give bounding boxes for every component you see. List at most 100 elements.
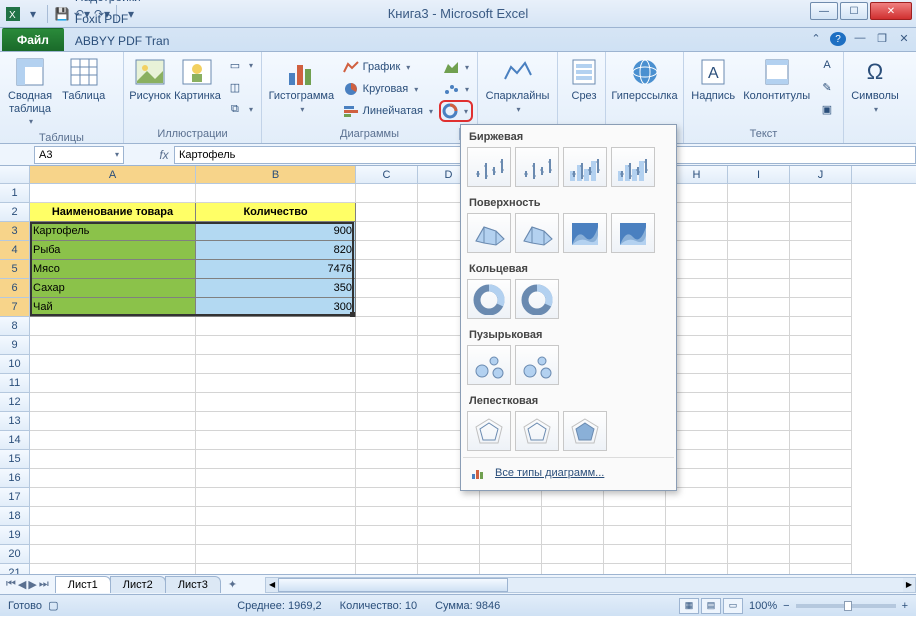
chart-type-Биржевая-2[interactable] (515, 147, 559, 187)
shapes-button[interactable]: ▭ (223, 54, 257, 76)
row-header-12[interactable]: 12 (0, 393, 30, 412)
row-header-14[interactable]: 14 (0, 431, 30, 450)
cell-I15[interactable] (728, 450, 790, 469)
doc-minimize-icon[interactable]: — (852, 32, 868, 46)
area-chart-button[interactable] (439, 56, 473, 78)
cell-B13[interactable] (196, 412, 356, 431)
cell-B19[interactable] (196, 526, 356, 545)
row-header-6[interactable]: 6 (0, 279, 30, 298)
cell-H21[interactable] (666, 564, 728, 574)
qat-dropdown-icon[interactable]: ▾ (24, 5, 42, 23)
cell-C20[interactable] (356, 545, 418, 564)
row-header-17[interactable]: 17 (0, 488, 30, 507)
cell-A14[interactable] (30, 431, 196, 450)
chart-type-Биржевая-4[interactable] (611, 147, 655, 187)
cell-A11[interactable] (30, 374, 196, 393)
cell-I8[interactable] (728, 317, 790, 336)
row-header-20[interactable]: 20 (0, 545, 30, 564)
cell-J7[interactable] (790, 298, 852, 317)
cell-G21[interactable] (604, 564, 666, 574)
cell-H20[interactable] (666, 545, 728, 564)
row-header-16[interactable]: 16 (0, 469, 30, 488)
object-button[interactable]: ▣ (815, 98, 839, 120)
cell-B17[interactable] (196, 488, 356, 507)
cell-G20[interactable] (604, 545, 666, 564)
cell-B4[interactable]: 820 (196, 241, 356, 260)
zoom-out-icon[interactable]: − (783, 600, 789, 612)
cell-C8[interactable] (356, 317, 418, 336)
textbox-button[interactable]: AНадпись (688, 54, 738, 105)
doc-restore-icon[interactable]: ❐ (874, 32, 890, 46)
bar-chart-button[interactable]: Линейчатая (339, 100, 437, 122)
cell-C18[interactable] (356, 507, 418, 526)
cell-C9[interactable] (356, 336, 418, 355)
cell-J10[interactable] (790, 355, 852, 374)
cell-B6[interactable]: 350 (196, 279, 356, 298)
cell-A20[interactable] (30, 545, 196, 564)
signature-button[interactable]: ✎ (815, 76, 839, 98)
cell-D20[interactable] (418, 545, 480, 564)
col-header-I[interactable]: I (728, 166, 790, 183)
cell-B16[interactable] (196, 469, 356, 488)
new-sheet-icon[interactable]: ✦ (220, 578, 245, 591)
ribbon-minimize-icon[interactable]: ⌃ (808, 32, 824, 46)
tab-foxit pdf[interactable]: Foxit PDF (64, 7, 180, 29)
cell-I18[interactable] (728, 507, 790, 526)
scroll-right-icon[interactable]: ▶ (903, 578, 915, 592)
cell-I16[interactable] (728, 469, 790, 488)
row-header-9[interactable]: 9 (0, 336, 30, 355)
cell-A21[interactable] (30, 564, 196, 574)
chart-type-Биржевая-1[interactable] (467, 147, 511, 187)
scatter-chart-button[interactable] (439, 78, 473, 100)
row-header-15[interactable]: 15 (0, 450, 30, 469)
table-button[interactable]: Таблица (58, 54, 109, 105)
tab-file[interactable]: Файл (2, 28, 64, 51)
cell-F18[interactable] (542, 507, 604, 526)
chart-type-Поверхность-3[interactable] (563, 213, 607, 253)
cell-F21[interactable] (542, 564, 604, 574)
sheet-next-icon[interactable]: ▶ (28, 578, 36, 591)
cell-F19[interactable] (542, 526, 604, 545)
sheet-tab-Лист2[interactable]: Лист2 (110, 576, 166, 593)
maximize-button[interactable]: ☐ (840, 2, 868, 20)
all-chart-types-button[interactable]: Все типы диаграмм... (463, 457, 674, 488)
name-box[interactable]: A3▾ (34, 146, 124, 164)
slicer-button[interactable]: Срез (562, 54, 606, 105)
cell-E21[interactable] (480, 564, 542, 574)
cell-D21[interactable] (418, 564, 480, 574)
view-normal-icon[interactable]: ▦ (679, 598, 699, 614)
row-header-10[interactable]: 10 (0, 355, 30, 374)
cell-C1[interactable] (356, 184, 418, 203)
cell-I20[interactable] (728, 545, 790, 564)
chart-type-Поверхность-1[interactable] (467, 213, 511, 253)
cell-E18[interactable] (480, 507, 542, 526)
cell-B21[interactable] (196, 564, 356, 574)
row-header-7[interactable]: 7 (0, 298, 30, 317)
select-all-corner[interactable] (0, 166, 30, 183)
chart-type-Пузырьковая-1[interactable] (467, 345, 511, 385)
cell-I17[interactable] (728, 488, 790, 507)
cell-B11[interactable] (196, 374, 356, 393)
cell-C12[interactable] (356, 393, 418, 412)
row-header-5[interactable]: 5 (0, 260, 30, 279)
cell-J18[interactable] (790, 507, 852, 526)
cell-A6[interactable]: Сахар (30, 279, 196, 298)
cell-J20[interactable] (790, 545, 852, 564)
pivot-table-button[interactable]: Сводная таблица (4, 54, 56, 130)
cell-I19[interactable] (728, 526, 790, 545)
cell-B18[interactable] (196, 507, 356, 526)
sheet-tab-Лист1[interactable]: Лист1 (55, 576, 111, 593)
cell-J4[interactable] (790, 241, 852, 260)
cell-B7[interactable]: 300 (196, 298, 356, 317)
cell-J13[interactable] (790, 412, 852, 431)
cell-J2[interactable] (790, 203, 852, 222)
cell-J5[interactable] (790, 260, 852, 279)
cell-D19[interactable] (418, 526, 480, 545)
wordart-button[interactable]: A (815, 54, 839, 76)
cell-I14[interactable] (728, 431, 790, 450)
column-chart-button[interactable]: Гистограмма (266, 54, 337, 117)
cell-J1[interactable] (790, 184, 852, 203)
chart-type-Поверхность-2[interactable] (515, 213, 559, 253)
cell-B15[interactable] (196, 450, 356, 469)
tab-abbyy pdf tran[interactable]: ABBYY PDF Tran (64, 29, 180, 51)
